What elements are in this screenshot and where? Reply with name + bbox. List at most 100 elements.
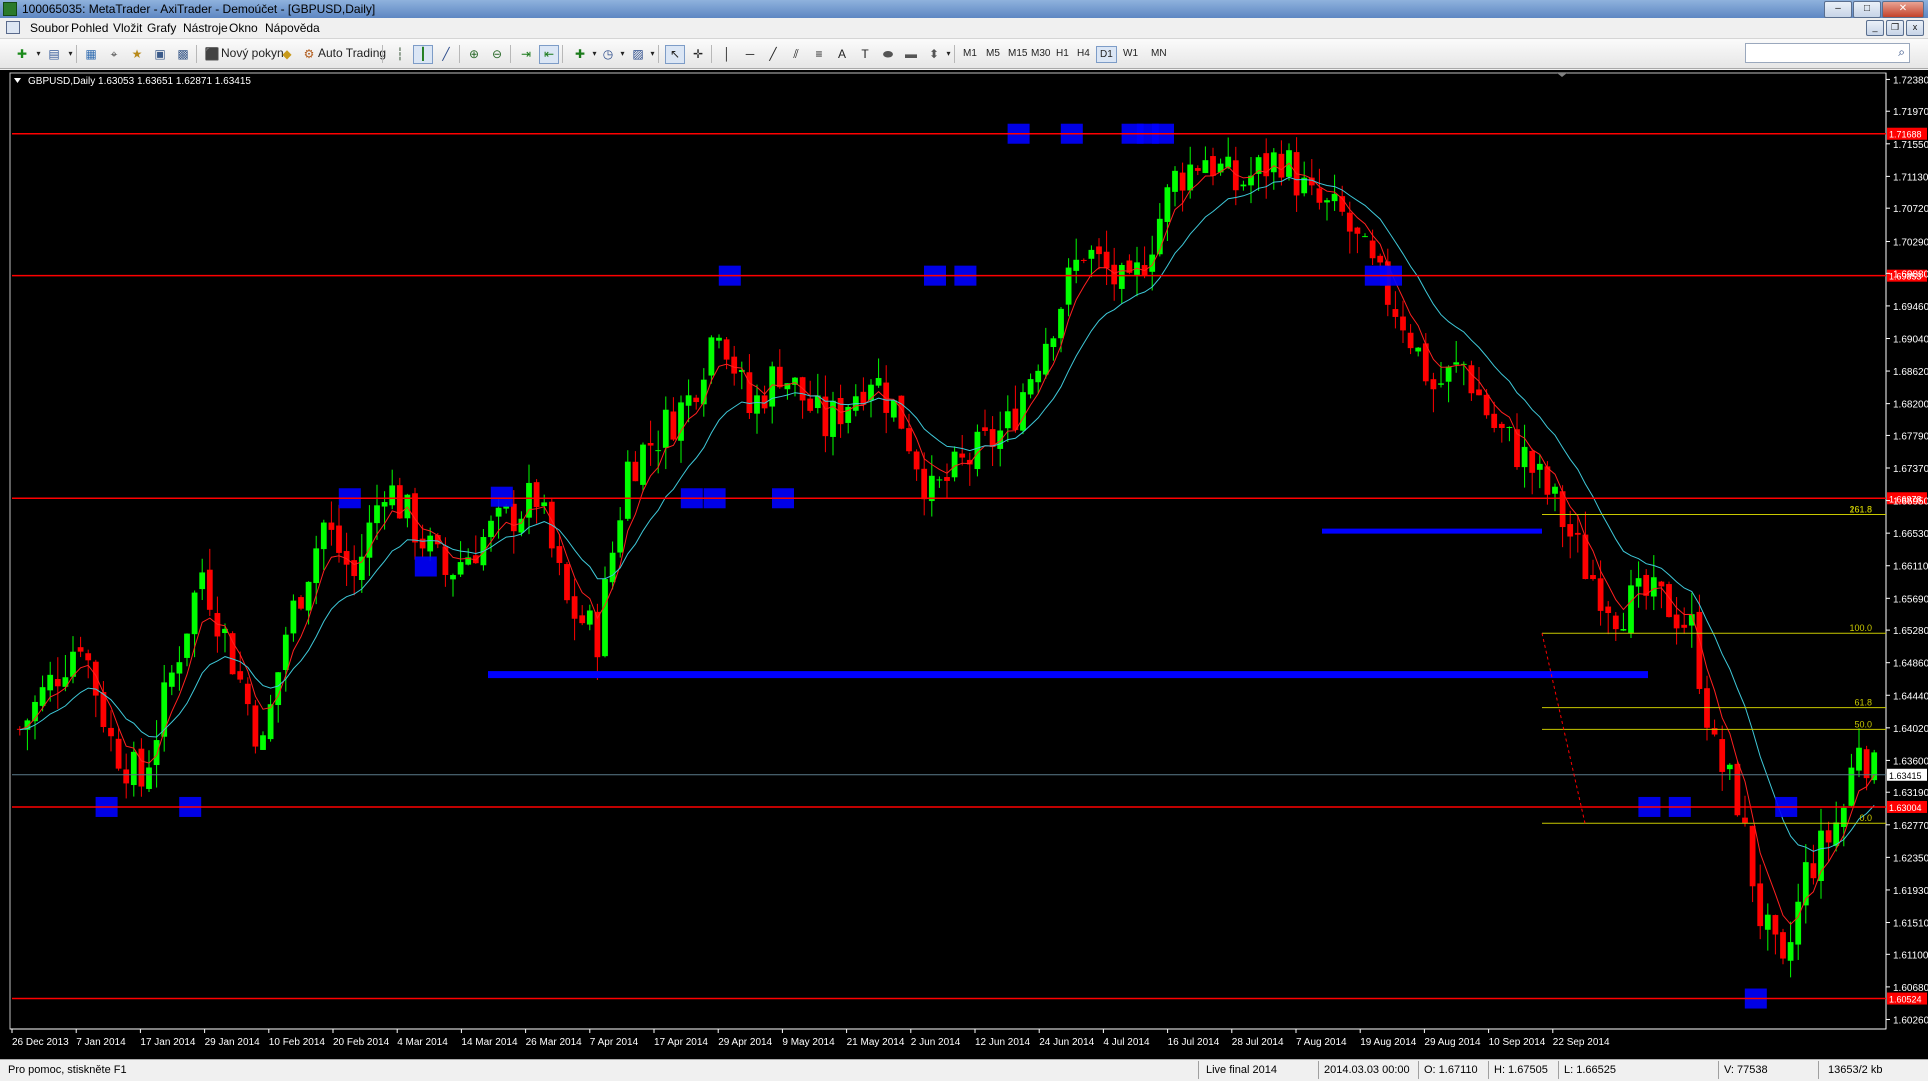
candle-body — [1483, 394, 1490, 416]
zoom-in-icon[interactable]: ⊕ — [464, 45, 484, 64]
status-open: O: 1.67110 — [1424, 1064, 1478, 1076]
timeframe-d1[interactable]: D1 — [1096, 46, 1117, 63]
candle-body — [374, 505, 380, 524]
trendline-icon[interactable]: ╱ — [763, 45, 783, 64]
candle-body — [450, 575, 456, 580]
auto-scroll-icon[interactable]: ⇥ — [516, 45, 536, 64]
timeframe-w1[interactable]: W1 — [1120, 46, 1141, 61]
chart-shift-icon[interactable]: ⇤ — [539, 45, 559, 64]
time-tick-label: 26 Mar 2014 — [526, 1037, 583, 1048]
candle-body — [1749, 825, 1756, 887]
child-restore-button[interactable]: ❐ — [1886, 20, 1904, 36]
crosshair-icon[interactable]: ✛ — [688, 45, 708, 64]
candle-body — [495, 507, 502, 517]
maximize-window-button[interactable]: □ — [1853, 1, 1881, 18]
profiles-icon[interactable]: ▤ — [44, 45, 64, 64]
menu-window[interactable]: Okno — [229, 21, 258, 35]
auto-trading-button[interactable]: Auto Trading — [318, 45, 386, 62]
chart-window[interactable]: GBPUSD,Daily 1.63053 1.63651 1.62871 1.6… — [0, 70, 1928, 1059]
candle-body — [564, 564, 570, 601]
candle-body — [153, 740, 160, 766]
candlestick-chart-icon[interactable]: ┃ — [413, 45, 433, 64]
candle-body — [541, 502, 548, 507]
navigator-icon[interactable]: ★ — [127, 45, 147, 64]
ellipse-icon[interactable]: ⬬ — [878, 45, 898, 64]
text-tool-icon[interactable]: A — [832, 45, 852, 64]
timeframe-m1[interactable]: M1 — [960, 46, 980, 61]
app-icon — [3, 2, 17, 16]
candle-body — [1065, 267, 1072, 305]
candle-body — [1863, 749, 1870, 779]
candle-body — [944, 477, 950, 481]
candle-body — [115, 738, 122, 769]
close-window-button[interactable]: ✕ — [1882, 1, 1924, 18]
candle-body — [184, 633, 190, 658]
minimize-window-button[interactable]: – — [1824, 1, 1852, 18]
menu-file[interactable]: Soubor — [30, 21, 69, 35]
cursor-icon[interactable]: ↖ — [665, 45, 685, 64]
menu-charts[interactable]: Grafy — [147, 21, 176, 35]
document-icon[interactable] — [6, 21, 20, 34]
terminal-icon[interactable]: ▣ — [150, 45, 170, 64]
candle-body — [1696, 611, 1703, 689]
menu-insert[interactable]: Vložit — [113, 21, 142, 35]
bar-chart-icon[interactable]: ┆ — [390, 45, 410, 64]
search-input[interactable]: ⌕ — [1745, 43, 1910, 63]
timeframe-mn[interactable]: MN — [1148, 46, 1170, 61]
candle-body — [776, 366, 783, 388]
child-close-button[interactable]: x — [1906, 20, 1924, 36]
pivot-marker — [414, 556, 437, 577]
search-icon[interactable]: ⌕ — [1898, 45, 1905, 60]
market-watch-icon[interactable]: ▦ — [81, 45, 101, 64]
strategy-tester-icon[interactable]: ▩ — [173, 45, 193, 64]
text-label-icon[interactable]: T — [855, 45, 875, 64]
candle-body — [609, 552, 616, 583]
candle-body — [1324, 200, 1330, 203]
vertical-line-icon[interactable]: │ — [717, 45, 737, 64]
candle-body — [1407, 332, 1414, 349]
candle-body — [1848, 767, 1855, 806]
time-tick-label: 26 Dec 2013 — [12, 1037, 69, 1048]
timeframe-m30[interactable]: M30 — [1028, 46, 1053, 61]
new-chart-icon[interactable]: ✚ — [12, 45, 32, 64]
timeframe-h1[interactable]: H1 — [1053, 46, 1072, 61]
price-chart[interactable]: GBPUSD,Daily 1.63053 1.63651 1.62871 1.6… — [0, 70, 1928, 1059]
child-minimize-button[interactable]: _ — [1866, 20, 1884, 36]
timeframe-h4[interactable]: H4 — [1074, 46, 1093, 61]
candle-body — [602, 579, 608, 657]
new-order-icon[interactable]: ⬛ — [202, 45, 222, 64]
candle-body — [412, 493, 418, 543]
candle-body — [1810, 863, 1817, 879]
support-band — [488, 671, 1648, 679]
metaeditor-icon[interactable]: ◆ — [277, 45, 297, 64]
candle-body — [1187, 164, 1194, 191]
fibonacci-retracement-icon[interactable]: ≡ — [809, 45, 829, 64]
candle-body — [936, 479, 943, 481]
auto-trading-icon[interactable]: ⚙ — [299, 45, 319, 64]
price-tick-label: 1.66530 — [1893, 529, 1928, 540]
zoom-out-icon[interactable]: ⊖ — [487, 45, 507, 64]
candle-body — [1088, 249, 1095, 259]
timeframe-m5[interactable]: M5 — [983, 46, 1003, 61]
new-order-button[interactable]: Nový pokyn — [221, 45, 284, 62]
rectangle-icon[interactable]: ▬ — [901, 45, 921, 64]
candle-body — [1042, 343, 1049, 375]
equidistant-channel-icon[interactable]: ⫽ — [786, 45, 806, 64]
time-tick-label: 12 Jun 2014 — [975, 1037, 1030, 1048]
menu-help[interactable]: Nápověda — [265, 21, 320, 35]
horizontal-line-icon[interactable]: ─ — [740, 45, 760, 64]
time-tick-label: 29 Apr 2014 — [718, 1037, 772, 1048]
menu-tools[interactable]: Nástroje — [183, 21, 228, 35]
time-tick-label: 10 Sep 2014 — [1489, 1037, 1546, 1048]
candle-body — [1080, 259, 1087, 261]
candle-body — [206, 569, 213, 610]
data-window-icon[interactable]: ⌖ — [104, 45, 124, 64]
candle-body — [700, 379, 707, 405]
candle-body — [1035, 370, 1042, 383]
fib-level-label: 61.8 — [1854, 698, 1872, 708]
line-chart-icon[interactable]: ╱ — [436, 45, 456, 64]
menu-view[interactable]: Pohled — [71, 21, 108, 35]
candle-body — [252, 705, 259, 747]
timeframe-m15[interactable]: M15 — [1005, 46, 1030, 61]
candle-body — [1278, 153, 1285, 178]
